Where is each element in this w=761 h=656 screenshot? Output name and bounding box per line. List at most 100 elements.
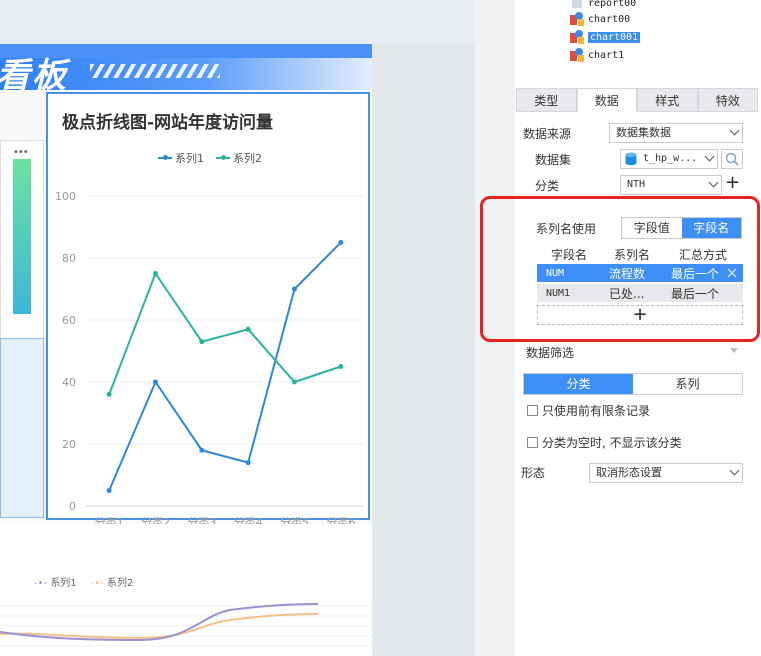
y-tick-label: 80	[62, 252, 76, 265]
chevron-down-icon	[729, 465, 740, 476]
chevron-down-icon	[704, 151, 715, 162]
column-header-agg: 汇总方式	[678, 248, 727, 262]
banner-stripes	[90, 64, 220, 78]
x-tick-label: 分类1	[95, 515, 124, 524]
x-tick-label: 分类5	[280, 515, 309, 524]
filter-toggle: 分类 系列	[523, 373, 743, 395]
data-point	[338, 240, 344, 245]
data-point	[106, 391, 112, 397]
y-tick-label: 20	[62, 438, 76, 451]
x-tick-label: 分类3	[187, 515, 216, 524]
data-source-select[interactable]: 数据集数据	[609, 123, 743, 143]
tree-item-chart00[interactable]: chart00	[570, 12, 630, 26]
left-lower-widget[interactable]	[0, 338, 44, 518]
chevron-down-icon	[729, 125, 740, 136]
data-point	[292, 286, 297, 292]
add-category-icon[interactable]: +	[725, 174, 740, 192]
y-tick-label: 60	[62, 314, 76, 327]
data-point	[199, 339, 205, 345]
x-tick-label: 分类4	[234, 515, 263, 524]
series-name-option-field-name[interactable]: 字段名	[681, 218, 741, 238]
dataset-select[interactable]: t_hp_w...	[620, 149, 718, 169]
canvas-gutter	[372, 44, 475, 656]
dataset-search-button[interactable]	[721, 149, 743, 169]
chart-icon	[570, 30, 584, 44]
series-line-2	[108, 271, 342, 395]
tab-data[interactable]: 数据	[576, 88, 637, 112]
checkbox-label: 只使用前有限条记录	[542, 404, 651, 418]
dataset-label: 数据集	[535, 153, 572, 167]
data-point	[153, 379, 158, 385]
data-point	[199, 447, 205, 453]
dashboard-banner: 看板	[0, 44, 372, 96]
lower-chart-widget[interactable]: -•- 系列1 -•- 系列2	[0, 524, 372, 656]
column-header-series: 系列名	[613, 248, 650, 262]
y-tick-label: 0	[69, 500, 76, 513]
data-point	[245, 326, 251, 332]
tab-type[interactable]: 类型	[516, 88, 577, 112]
legend-marker	[216, 155, 230, 160]
chart-title: 极点折线图-网站年度访问量	[62, 113, 274, 133]
tab-style[interactable]: 样式	[637, 88, 698, 112]
delete-row-icon[interactable]	[727, 268, 737, 278]
row-agg: 最后一个	[671, 286, 720, 301]
data-point	[153, 271, 158, 276]
row-field: NUM1	[546, 287, 571, 299]
tree-item-label: chart1	[588, 49, 625, 61]
series-name-toggle: 字段值 字段名	[621, 217, 742, 239]
more-dots-icon[interactable]: •••	[13, 147, 29, 158]
data-point	[106, 488, 112, 493]
add-series-button[interactable]: +	[537, 305, 743, 325]
data-source-label: 数据来源	[523, 127, 572, 141]
column-header-field: 字段名	[550, 248, 587, 262]
legend-marker	[158, 155, 172, 160]
checkbox-box	[527, 437, 538, 448]
x-tick-label: 分类6	[326, 515, 355, 524]
lower-chart-plot	[0, 603, 372, 647]
series-table-header: 字段名 系列名 汇总方式	[537, 246, 743, 264]
table-row[interactable]: NUM1 已处... 最后一个	[537, 284, 743, 302]
x-tick-label: 分类2	[141, 515, 170, 524]
category-value: NTH	[627, 179, 646, 190]
y-tick-label: 40	[62, 376, 76, 389]
series-name-option-field-value[interactable]: 字段值	[622, 218, 682, 238]
tree-item-label: report00	[588, 0, 637, 9]
design-canvas[interactable]: 看板 ••• E3 极点折线图-网站年度访问量 系列1 系列2 02040608…	[0, 0, 475, 656]
data-point	[292, 379, 297, 385]
data-filter-label[interactable]: 数据筛选	[526, 344, 574, 361]
limit-records-checkbox[interactable]: 只使用前有限条记录	[527, 402, 650, 419]
database-icon	[625, 152, 637, 166]
tab-effects[interactable]: 特效	[697, 88, 758, 112]
property-tabs: 类型 数据 样式 特效	[516, 88, 758, 112]
row-series: 流程数	[609, 266, 646, 281]
tree-item-label-selected: chart001	[588, 31, 641, 43]
chart-icon	[570, 48, 584, 62]
left-bar-chart-widget[interactable]: •••	[0, 140, 44, 345]
dataset-value: t_hp_w...	[643, 153, 698, 164]
checkbox-label: 分类为空时, 不显示该分类	[542, 436, 682, 450]
filter-tab-series[interactable]: 系列	[633, 374, 742, 394]
chart-icon	[570, 12, 584, 26]
filter-tab-category[interactable]: 分类	[524, 374, 633, 394]
tree-item-report00[interactable]: report00	[570, 0, 636, 10]
table-row[interactable]: NUM 流程数 最后一个	[537, 264, 743, 282]
bar-mark	[13, 159, 31, 314]
line-chart-plot: 0 20 40 60 80 100 分类1 分类2 分类3 分类4 分类5 分类6	[55, 190, 364, 524]
hide-empty-category-checkbox[interactable]: 分类为空时, 不显示该分类	[527, 434, 682, 451]
dashboard-preview[interactable]: 看板 ••• E3 极点折线图-网站年度访问量 系列1 系列2 02040608…	[0, 44, 372, 656]
row-series: 已处...	[609, 286, 645, 301]
banner-title: 看板	[0, 56, 68, 96]
line-chart-widget[interactable]: 极点折线图-网站年度访问量 系列1 系列2 0 20 40 60 80 100 分类1 分类2…	[46, 92, 370, 524]
series-line-1	[108, 241, 342, 491]
form-value: 取消形态设置	[596, 466, 662, 479]
y-tick-label: 100	[55, 190, 76, 203]
form-select[interactable]: 取消形态设置	[589, 463, 743, 483]
tree-item-label: chart00	[588, 13, 631, 25]
filter-collapse-icon[interactable]	[730, 348, 738, 353]
tree-item-chart1[interactable]: chart1	[570, 48, 624, 62]
row-field: NUM	[546, 267, 565, 279]
category-select[interactable]: NTH	[620, 175, 722, 195]
tree-item-chart001[interactable]: chart001	[570, 30, 641, 44]
category-label: 分类	[535, 179, 560, 193]
form-label: 形态	[521, 466, 546, 480]
